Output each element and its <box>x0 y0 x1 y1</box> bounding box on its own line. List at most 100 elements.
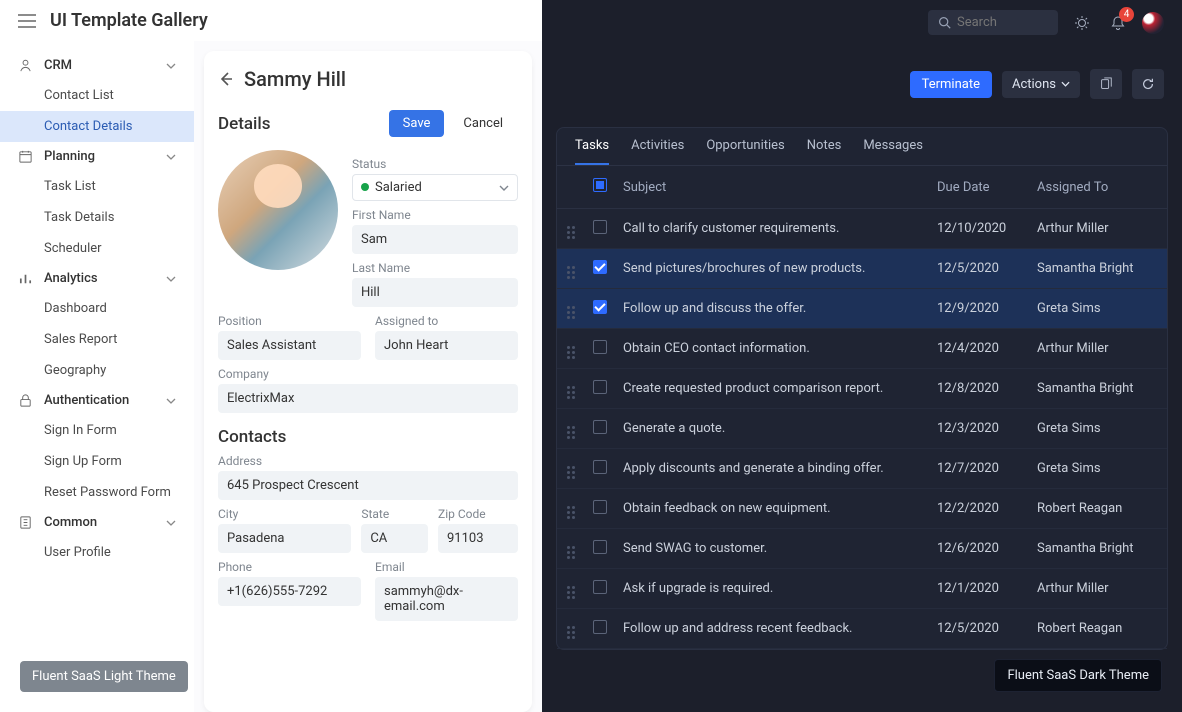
table-row[interactable]: Send SWAG to customer.12/6/2020Samantha … <box>557 529 1167 569</box>
save-button[interactable]: Save <box>389 110 445 137</box>
address-field[interactable]: 645 Prospect Crescent <box>218 471 518 500</box>
drag-handle-icon[interactable] <box>567 618 593 639</box>
drag-handle-icon[interactable] <box>567 498 593 519</box>
row-checkbox[interactable] <box>593 220 607 234</box>
search-input[interactable] <box>957 15 1047 30</box>
copy-button[interactable] <box>1090 69 1122 99</box>
table-row[interactable]: Follow up and discuss the offer.12/9/202… <box>557 289 1167 329</box>
sidebar-item-sign-in-form[interactable]: Sign In Form <box>0 415 194 446</box>
email-field[interactable]: sammyh@dx-email.com <box>375 577 518 621</box>
chevron-down-icon <box>166 398 176 404</box>
position-field[interactable]: Sales Assistant <box>218 331 361 360</box>
tab-strip: Tasks Activities Opportunities Notes Message… <box>557 128 1167 166</box>
tab-tasks[interactable]: Tasks <box>575 132 609 165</box>
row-checkbox[interactable] <box>593 540 607 554</box>
row-due: 12/4/2020 <box>937 341 1037 356</box>
select-all-checkbox[interactable] <box>593 178 607 192</box>
table-row[interactable]: Generate a quote.12/3/2020Greta Sims <box>557 409 1167 449</box>
row-subject: Send SWAG to customer. <box>623 541 937 556</box>
table-row[interactable]: Obtain feedback on new equipment.12/2/20… <box>557 489 1167 529</box>
row-checkbox[interactable] <box>593 500 607 514</box>
user-avatar-icon[interactable] <box>1142 12 1164 34</box>
terminate-button[interactable]: Terminate <box>910 71 992 98</box>
lock-icon <box>18 393 34 408</box>
row-checkbox[interactable] <box>593 300 607 314</box>
address-label: Address <box>218 454 518 468</box>
state-field[interactable]: CA <box>361 524 428 553</box>
assigned-field[interactable]: John Heart <box>375 331 518 360</box>
sidebar-group-analytics[interactable]: Analytics <box>0 264 194 293</box>
table-row[interactable]: Apply discounts and generate a binding o… <box>557 449 1167 489</box>
tab-notes[interactable]: Notes <box>807 132 842 165</box>
row-due: 12/5/2020 <box>937 261 1037 276</box>
drag-handle-icon[interactable] <box>567 298 593 319</box>
search-box[interactable] <box>928 10 1058 35</box>
last-name-field[interactable]: Hill <box>352 278 518 307</box>
menu-toggle-icon[interactable] <box>18 14 36 28</box>
tab-messages[interactable]: Messages <box>863 132 923 165</box>
sidebar-item-task-list[interactable]: Task List <box>0 171 194 202</box>
phone-field[interactable]: +1(626)555-7292 <box>218 577 361 606</box>
sidebar-group-common[interactable]: Common <box>0 508 194 537</box>
row-checkbox[interactable] <box>593 460 607 474</box>
table-row[interactable]: Ask if upgrade is required.12/1/2020Arth… <box>557 569 1167 609</box>
drag-handle-icon[interactable] <box>567 458 593 479</box>
tab-activities[interactable]: Activities <box>631 132 684 165</box>
cancel-button[interactable]: Cancel <box>448 109 518 138</box>
row-due: 12/5/2020 <box>937 621 1037 636</box>
zip-field[interactable]: 91103 <box>438 524 518 553</box>
row-checkbox[interactable] <box>593 340 607 354</box>
row-checkbox[interactable] <box>593 580 607 594</box>
sidebar-item-sign-up-form[interactable]: Sign Up Form <box>0 446 194 477</box>
actions-dropdown[interactable]: Actions <box>1002 71 1080 98</box>
sidebar-group-crm[interactable]: CRM <box>0 51 194 80</box>
company-field[interactable]: ElectrixMax <box>218 384 518 413</box>
sidebar-group-planning[interactable]: Planning <box>0 142 194 171</box>
sidebar-item-scheduler[interactable]: Scheduler <box>0 233 194 264</box>
tab-opportunities[interactable]: Opportunities <box>706 132 784 165</box>
drag-handle-icon[interactable] <box>567 378 593 399</box>
refresh-button[interactable] <box>1132 69 1164 99</box>
table-row[interactable]: Call to clarify customer requirements.12… <box>557 209 1167 249</box>
row-checkbox[interactable] <box>593 620 607 634</box>
sidebar-item-reset-password-form[interactable]: Reset Password Form <box>0 477 194 508</box>
sidebar: CRMContact ListContact DetailsPlanningTa… <box>0 41 194 712</box>
theme-toggle-icon[interactable] <box>1070 11 1094 35</box>
table-row[interactable]: Obtain CEO contact information.12/4/2020… <box>557 329 1167 369</box>
sidebar-item-user-profile[interactable]: User Profile <box>0 537 194 568</box>
notifications-icon[interactable]: 4 <box>1106 11 1130 35</box>
sidebar-item-contact-list[interactable]: Contact List <box>0 80 194 111</box>
city-label: City <box>218 507 351 521</box>
status-select[interactable]: Salaried <box>352 174 518 201</box>
sidebar-item-geography[interactable]: Geography <box>0 355 194 386</box>
drag-handle-icon[interactable] <box>567 218 593 239</box>
table-row[interactable]: Follow up and address recent feedback.12… <box>557 609 1167 649</box>
sidebar-item-sales-report[interactable]: Sales Report <box>0 324 194 355</box>
row-checkbox[interactable] <box>593 380 607 394</box>
drag-handle-icon[interactable] <box>567 538 593 559</box>
table-row[interactable]: Send pictures/brochures of new products.… <box>557 249 1167 289</box>
sidebar-item-contact-details[interactable]: Contact Details <box>0 111 194 142</box>
row-subject: Obtain CEO contact information. <box>623 341 937 356</box>
drag-handle-icon[interactable] <box>567 578 593 599</box>
sidebar-item-task-details[interactable]: Task Details <box>0 202 194 233</box>
row-subject: Obtain feedback on new equipment. <box>623 501 937 516</box>
last-name-label: Last Name <box>352 261 518 275</box>
back-arrow-icon[interactable] <box>218 71 234 87</box>
sidebar-group-label: Analytics <box>44 271 98 286</box>
city-field[interactable]: Pasadena <box>218 524 351 553</box>
status-label: Status <box>352 157 518 171</box>
row-checkbox[interactable] <box>593 420 607 434</box>
table-row[interactable]: Create requested product comparison repo… <box>557 369 1167 409</box>
first-name-field[interactable]: Sam <box>352 225 518 254</box>
drag-handle-icon[interactable] <box>567 338 593 359</box>
sidebar-item-dashboard[interactable]: Dashboard <box>0 293 194 324</box>
sidebar-group-authentication[interactable]: Authentication <box>0 386 194 415</box>
column-subject[interactable]: Subject <box>623 180 937 195</box>
drag-handle-icon[interactable] <box>567 258 593 279</box>
column-assigned[interactable]: Assigned To <box>1037 180 1157 195</box>
column-due[interactable]: Due Date <box>937 180 1037 195</box>
row-assigned: Arthur Miller <box>1037 341 1157 356</box>
drag-handle-icon[interactable] <box>567 418 593 439</box>
row-checkbox[interactable] <box>593 260 607 274</box>
